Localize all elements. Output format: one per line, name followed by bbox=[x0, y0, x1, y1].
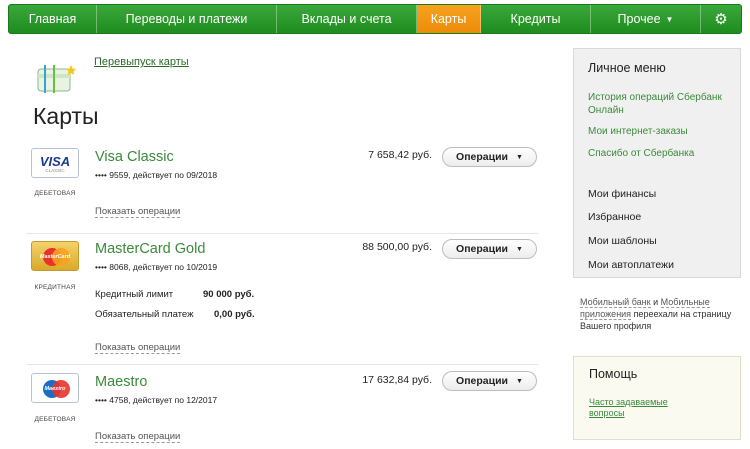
nav-item-more[interactable]: Прочее ▼ bbox=[591, 5, 701, 33]
min-payment-label: Обязательный платеж bbox=[95, 309, 194, 320]
settings-button[interactable]: ⚙ bbox=[701, 5, 741, 33]
sidebar-item-templates[interactable]: Мои шаблоны bbox=[588, 235, 657, 247]
min-payment-value: 0,00 руб. bbox=[214, 309, 255, 320]
help-box: Помощь Часто задаваемые вопросы bbox=[573, 356, 741, 440]
personal-menu-title: Личное меню bbox=[588, 61, 666, 75]
personal-menu: Личное меню История операций Сбербанк Он… bbox=[573, 48, 741, 278]
mobile-note-and: и bbox=[650, 297, 661, 307]
operations-dropdown-button[interactable]: Операции ▼ bbox=[442, 371, 537, 391]
card-type-label: КРЕДИТНАЯ bbox=[34, 284, 76, 291]
chevron-down-icon: ▼ bbox=[516, 153, 523, 161]
card-name-link[interactable]: Visa Classic bbox=[95, 149, 186, 165]
nav-item-label: Главная bbox=[28, 12, 77, 26]
maestro-logo-text: Maestro bbox=[44, 386, 66, 392]
page-title: Карты bbox=[33, 103, 99, 129]
main-nav: Главная Переводы и платежи Вклады и счет… bbox=[8, 4, 742, 34]
sidebar-item-autopayments[interactable]: Мои автоплатежи bbox=[588, 259, 674, 271]
operations-dropdown-button[interactable]: Операции ▼ bbox=[442, 239, 537, 259]
operations-dropdown-button[interactable]: Операции ▼ bbox=[442, 147, 537, 167]
mobile-moved-note: Мобильный банк и Мобильные приложения пе… bbox=[580, 296, 740, 332]
nav-item-label: Прочее bbox=[617, 12, 661, 26]
show-operations-link[interactable]: Показать операции bbox=[95, 206, 181, 218]
gear-icon: ⚙ bbox=[714, 11, 728, 28]
card-type-label: ДЕБЕТОВАЯ bbox=[34, 190, 76, 197]
operations-label: Операции bbox=[456, 375, 509, 387]
reissue-card-link[interactable]: Перевыпуск карты bbox=[94, 56, 189, 68]
sidebar-item-orders[interactable]: Мои интернет-заказы bbox=[588, 125, 738, 138]
card-balance: 88 500,00 руб. bbox=[362, 241, 432, 253]
chevron-down-icon: ▼ bbox=[665, 14, 674, 24]
nav-item-credits[interactable]: Кредиты bbox=[481, 5, 591, 33]
sidebar-item-favorites[interactable]: Избранное bbox=[588, 211, 641, 223]
sidebar-item-history[interactable]: История операций Сбербанк Онлайн bbox=[588, 91, 738, 117]
nav-item-home[interactable]: Главная bbox=[9, 5, 97, 33]
mastercard-logo-text: MasterCard bbox=[39, 254, 71, 260]
credit-limit-label: Кредитный лимит bbox=[95, 289, 174, 300]
card-reissue-icon bbox=[37, 65, 76, 93]
card-name-link[interactable]: Maestro bbox=[95, 374, 160, 390]
operations-label: Операции bbox=[456, 243, 509, 255]
visa-logo-text: VISA bbox=[39, 154, 71, 169]
show-operations-link[interactable]: Показать операции bbox=[95, 342, 181, 354]
card-type-label: ДЕБЕТОВАЯ bbox=[34, 416, 76, 423]
nav-item-transfers[interactable]: Переводы и платежи bbox=[97, 5, 277, 33]
nav-item-label: Переводы и платежи bbox=[125, 12, 248, 26]
chevron-down-icon: ▼ bbox=[516, 377, 523, 385]
card-balance: 17 632,84 руб. bbox=[362, 374, 432, 386]
card-row: VISA CLASSIC ДЕБЕТОВАЯ Visa Classic ••••… bbox=[26, 142, 538, 234]
card-number-expiry: •••• 9559, действует по 09/2018 bbox=[95, 170, 218, 180]
card-number-expiry: •••• 8068, действует по 10/2019 bbox=[95, 262, 218, 272]
card-number-expiry: •••• 4758, действует по 12/2017 bbox=[95, 395, 218, 405]
card-name-link[interactable]: MasterCard Gold bbox=[95, 241, 218, 257]
mastercard-card-logo[interactable]: MasterCard bbox=[31, 241, 79, 271]
help-title: Помощь bbox=[589, 367, 638, 381]
faq-link[interactable]: Часто задаваемые вопросы bbox=[589, 397, 699, 419]
visa-card-logo[interactable]: VISA CLASSIC bbox=[31, 148, 79, 178]
show-operations-link[interactable]: Показать операции bbox=[95, 431, 181, 443]
sidebar-item-spasibo[interactable]: Спасибо от Сбербанка bbox=[588, 147, 738, 160]
nav-item-cards[interactable]: Карты bbox=[417, 5, 481, 33]
sidebar-item-finances[interactable]: Мои финансы bbox=[588, 188, 656, 200]
card-row: Maestro ДЕБЕТОВАЯ Maestro •••• 4758, дей… bbox=[26, 365, 538, 449]
nav-item-label: Вклады и счета bbox=[301, 12, 392, 26]
mobile-bank-link[interactable]: Мобильный банк bbox=[580, 297, 651, 308]
nav-item-deposits[interactable]: Вклады и счета bbox=[277, 5, 417, 33]
operations-label: Операции bbox=[456, 151, 509, 163]
card-row: MasterCard КРЕДИТНАЯ MasterCard Gold •••… bbox=[26, 234, 538, 365]
visa-logo-sub: CLASSIC bbox=[45, 168, 65, 173]
maestro-card-logo[interactable]: Maestro bbox=[31, 373, 79, 403]
chevron-down-icon: ▼ bbox=[516, 245, 523, 253]
card-balance: 7 658,42 руб. bbox=[368, 149, 432, 161]
nav-item-label: Карты bbox=[430, 12, 467, 26]
credit-limit-value: 90 000 руб. bbox=[203, 289, 255, 300]
nav-item-label: Кредиты bbox=[510, 12, 561, 26]
